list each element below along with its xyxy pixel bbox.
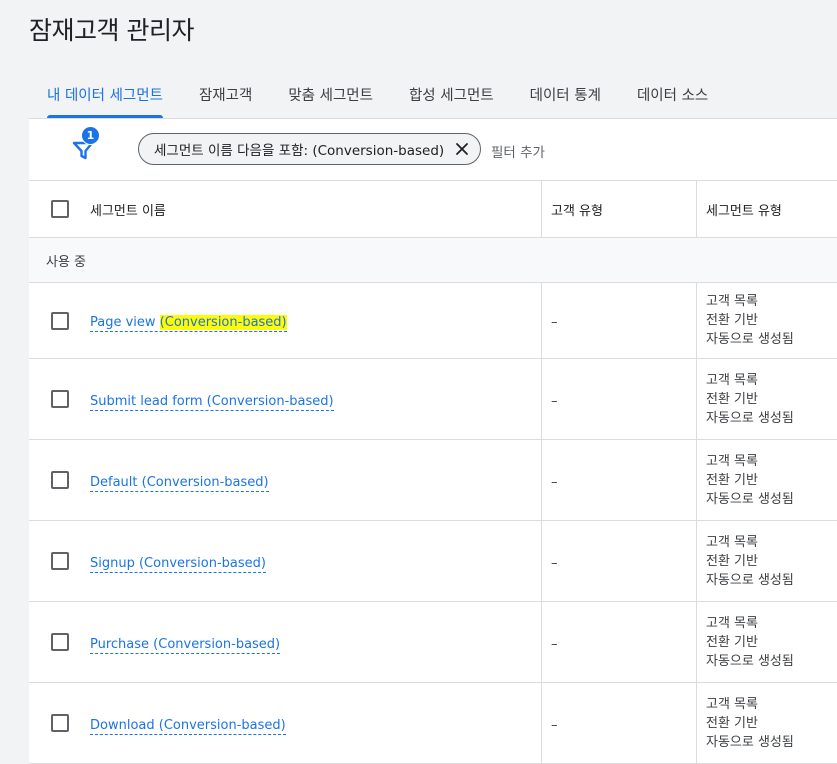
segment-name-link[interactable]: Download (Conversion-based): [90, 717, 286, 735]
row-checkbox[interactable]: [51, 552, 69, 570]
tab-bar: 내 데이터 세그먼트 잠재고객 맞춤 세그먼트 합성 세그먼트 데이터 통계 데…: [29, 70, 837, 118]
customer-type-value: –: [551, 474, 558, 490]
table-row: Download (Conversion-based) – 고객 목록 전환 기…: [29, 682, 837, 764]
row-checkbox[interactable]: [51, 311, 69, 330]
table-header-row: 세그먼트 이름 고객 유형 세그먼트 유형: [29, 181, 837, 238]
table-row: Signup (Conversion-based) – 고객 목록 전환 기반 …: [29, 520, 837, 602]
segment-type-value: 고객 목록 전환 기반 자동으로 생성됨: [706, 534, 794, 588]
header-select-cell: [29, 181, 90, 238]
segment-name-link[interactable]: Submit lead form (Conversion-based): [90, 393, 334, 411]
tab-audiences[interactable]: 잠재고객: [181, 70, 270, 118]
segment-type-value: 고객 목록 전환 기반 자동으로 생성됨: [706, 453, 794, 507]
table-row: Default (Conversion-based) – 고객 목록 전환 기반…: [29, 439, 837, 521]
customer-type-value: –: [551, 555, 558, 571]
filter-count-badge: 1: [81, 126, 100, 145]
customer-type-value: –: [551, 717, 558, 733]
select-all-checkbox[interactable]: [51, 200, 69, 218]
row-checkbox[interactable]: [51, 390, 69, 408]
filter-chip-label: 세그먼트 이름 다음을 포함: (Conversion-based): [154, 143, 445, 159]
table-row: Page view (Conversion-based) – 고객 목록 전환 …: [29, 282, 837, 359]
tab-custom-segments[interactable]: 맞춤 세그먼트: [270, 70, 391, 118]
segment-name-link[interactable]: Default (Conversion-based): [90, 474, 269, 492]
tab-data-insights[interactable]: 데이터 통계: [512, 70, 619, 118]
segment-type-value: 고객 목록 전환 기반 자동으로 생성됨: [706, 372, 794, 426]
row-checkbox[interactable]: [51, 714, 69, 732]
tab-combined-segments[interactable]: 합성 세그먼트: [391, 70, 512, 118]
segment-type-value: 고객 목록 전환 기반 자동으로 생성됨: [706, 615, 794, 669]
tab-data-sources[interactable]: 데이터 소스: [619, 70, 726, 118]
segment-type-value: 고객 목록 전환 기반 자동으로 생성됨: [706, 294, 794, 347]
search-highlight: (Conversion-based): [159, 315, 287, 330]
tab-my-data-segments[interactable]: 내 데이터 세그먼트: [29, 70, 181, 118]
customer-type-value: –: [551, 393, 558, 409]
row-checkbox[interactable]: [51, 471, 69, 489]
customer-type-value: –: [551, 636, 558, 652]
table-row: Submit lead form (Conversion-based) – 고객…: [29, 358, 837, 440]
segment-name-link[interactable]: Purchase (Conversion-based): [90, 636, 281, 654]
add-filter-button[interactable]: 필터 추가: [491, 141, 545, 161]
customer-type-value: –: [551, 315, 558, 330]
header-segment-type[interactable]: 세그먼트 유형: [696, 181, 837, 238]
table-row: Purchase (Conversion-based) – 고객 목록 전환 기…: [29, 601, 837, 683]
group-row-in-use: 사용 중: [29, 237, 837, 283]
header-customer-type[interactable]: 고객 유형: [541, 181, 697, 238]
filter-bar: 1 세그먼트 이름 다음을 포함: (Conversion-based) 필터 …: [29, 119, 837, 181]
segment-name-link[interactable]: Signup (Conversion-based): [90, 555, 266, 573]
segment-name-link[interactable]: Page view (Conversion-based): [90, 315, 287, 332]
segment-type-value: 고객 목록 전환 기반 자동으로 생성됨: [706, 696, 794, 750]
row-checkbox[interactable]: [51, 633, 69, 651]
page-title: 잠재고객 관리자: [29, 16, 194, 45]
segments-table: 세그먼트 이름 고객 유형 세그먼트 유형 사용 중 Page view (Co…: [29, 181, 837, 764]
close-icon[interactable]: [452, 139, 472, 159]
segments-panel: 1 세그먼트 이름 다음을 포함: (Conversion-based) 필터 …: [29, 119, 837, 764]
header-segment-name[interactable]: 세그먼트 이름: [90, 181, 542, 238]
group-label: 사용 중: [29, 237, 837, 283]
filter-chip[interactable]: 세그먼트 이름 다음을 포함: (Conversion-based): [138, 133, 482, 165]
